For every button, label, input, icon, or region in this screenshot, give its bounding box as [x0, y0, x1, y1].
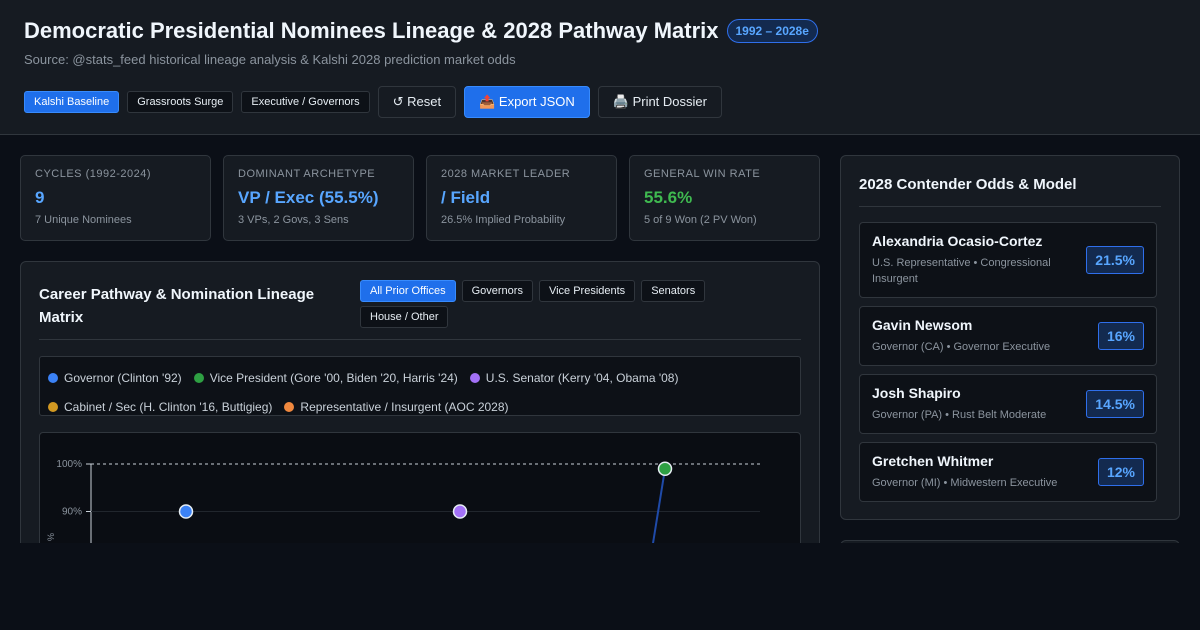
stat-sub: 7 Unique Nominees	[35, 214, 132, 226]
data-point-1	[178, 504, 194, 519]
scenario-kalshi-baseline[interactable]: Kalshi Baseline	[24, 91, 120, 113]
stat-value: 55.6%	[644, 188, 693, 207]
legend-item-governor: Governor (Clinton '92)	[48, 363, 182, 392]
y-tick-label: 100%	[56, 459, 82, 470]
lineage-chart-svg: 100% 90%%	[46, 459, 760, 560]
filter-governors[interactable]: Governors	[461, 280, 533, 302]
filter-senators[interactable]: Senators	[641, 280, 706, 302]
y-axis-label: %	[46, 533, 56, 541]
stat-value: VP / Exec (55.5%)	[238, 188, 379, 207]
legend-item-vice-president: Vice President (Gore '00, Biden '20, Har…	[193, 363, 458, 392]
contender-panel-title: 2028 Contender Odds & Model	[859, 176, 1077, 193]
contender-card-shapiro[interactable]: Josh Shapiro Governor (PA) • Rust Belt M…	[859, 374, 1157, 434]
legend-item-cabinet: Cabinet / Sec (H. Clinton '16, Buttigieg…	[48, 392, 272, 421]
stat-value: / Field	[441, 188, 491, 207]
data-point-3	[657, 461, 673, 476]
stat-label: GENERAL WIN RATE	[644, 168, 761, 180]
stat-value: 9	[35, 188, 45, 207]
lineage-title: Career Pathway & Nomination Lineage Matr…	[39, 286, 315, 326]
odds-badge: 21.5%	[1086, 246, 1144, 274]
odds-badge: 12%	[1097, 458, 1144, 486]
filter-vice-presidents[interactable]: Vice Presidents	[538, 280, 636, 302]
reset-button[interactable]: ↺ Reset	[377, 86, 457, 118]
contender-desc: Governor (MI) • Midwestern Executive	[872, 477, 1058, 489]
stat-card-archetype: DOMINANT ARCHETYPE VP / Exec (55.5%) 3 V…	[223, 155, 414, 241]
toolbar: Kalshi Baseline Grassroots Surge Executi…	[24, 86, 730, 118]
stat-card-cycles: CYCLES (1992-2024) 9 7 Unique Nominees	[20, 155, 211, 241]
lineage-chart: 100% 90%%	[39, 432, 801, 560]
legend-label: U.S. Senator (Kerry '04, Obama '08)	[485, 370, 679, 385]
legend-label: Governor (Clinton '92)	[64, 370, 182, 385]
legend-dot	[284, 401, 295, 412]
legend-label: Vice President (Gore '00, Biden '20, Har…	[209, 370, 458, 385]
stat-label: CYCLES (1992-2024)	[35, 168, 152, 180]
page-title: Democratic Presidential Nominees Lineage…	[24, 18, 719, 43]
odds-badge: 14.5%	[1086, 390, 1144, 418]
print-dossier-button[interactable]: 🖨️ Print Dossier	[597, 86, 722, 118]
page-cutoff	[0, 543, 1200, 630]
contender-card-newsom[interactable]: Gavin Newsom Governor (CA) • Governor Ex…	[859, 306, 1157, 366]
export-json-button[interactable]: 📤 Export JSON	[464, 86, 590, 118]
y-tick-label: 90%	[62, 507, 82, 518]
odds-badge: 16%	[1097, 322, 1144, 350]
contender-desc: Governor (PA) • Rust Belt Moderate	[872, 409, 1047, 421]
stat-sub: 26.5% Implied Probability	[441, 214, 566, 226]
stat-label: 2028 MARKET LEADER	[441, 168, 571, 180]
page-header: Democratic Presidential Nominees Lineage…	[0, 0, 1200, 135]
stat-card-market-leader: 2028 MARKET LEADER / Field 26.5% Implied…	[426, 155, 617, 241]
legend-item-senator: U.S. Senator (Kerry '04, Obama '08)	[469, 363, 679, 392]
data-point-2	[452, 504, 468, 519]
panel-divider	[39, 339, 801, 340]
legend-dot	[193, 372, 204, 383]
stat-card-win-rate: GENERAL WIN RATE 55.6% 5 of 9 Won (2 PV …	[629, 155, 820, 241]
panel-divider	[859, 206, 1161, 207]
office-filters: All Prior Offices Governors Vice Preside…	[360, 280, 800, 332]
contender-desc: Governor (CA) • Governor Executive	[872, 341, 1051, 353]
legend-label: Representative / Insurgent (AOC 2028)	[300, 399, 509, 414]
contender-panel: 2028 Contender Odds & Model Alexandria O…	[840, 155, 1180, 520]
legend-item-representative: Representative / Insurgent (AOC 2028)	[284, 392, 509, 421]
scenario-grassroots-surge[interactable]: Grassroots Surge	[127, 91, 234, 113]
legend-dot	[48, 372, 58, 383]
filter-house-other[interactable]: House / Other	[360, 306, 449, 328]
chart-legend: Governor (Clinton '92) Vice President (G…	[39, 356, 801, 416]
lineage-panel: Career Pathway & Nomination Lineage Matr…	[20, 261, 820, 561]
scenario-executive-governors[interactable]: Executive / Governors	[241, 91, 370, 113]
contender-card-ocasio-cortez[interactable]: Alexandria Ocasio-Cortez U.S. Representa…	[859, 222, 1157, 298]
legend-dot	[48, 401, 58, 412]
legend-label: Cabinet / Sec (H. Clinton '16, Buttigieg…	[64, 399, 273, 414]
filter-all-prior-offices[interactable]: All Prior Offices	[360, 280, 456, 302]
contender-list: Alexandria Ocasio-Cortez U.S. Representa…	[859, 222, 1159, 502]
stat-sub: 5 of 9 Won (2 PV Won)	[644, 214, 757, 226]
stat-label: DOMINANT ARCHETYPE	[238, 168, 376, 180]
contender-desc: U.S. Representative • Congressional Insu…	[872, 257, 1051, 285]
date-range-badge: 1992 – 2028e	[726, 19, 818, 43]
source-note: Source: @stats_feed historical lineage a…	[24, 52, 516, 67]
legend-dot	[469, 372, 480, 383]
title-row: Democratic Presidential Nominees Lineage…	[24, 18, 818, 44]
contender-card-whitmer[interactable]: Gretchen Whitmer Governor (MI) • Midwest…	[859, 442, 1157, 502]
stat-sub: 3 VPs, 2 Govs, 3 Sens	[238, 214, 349, 226]
